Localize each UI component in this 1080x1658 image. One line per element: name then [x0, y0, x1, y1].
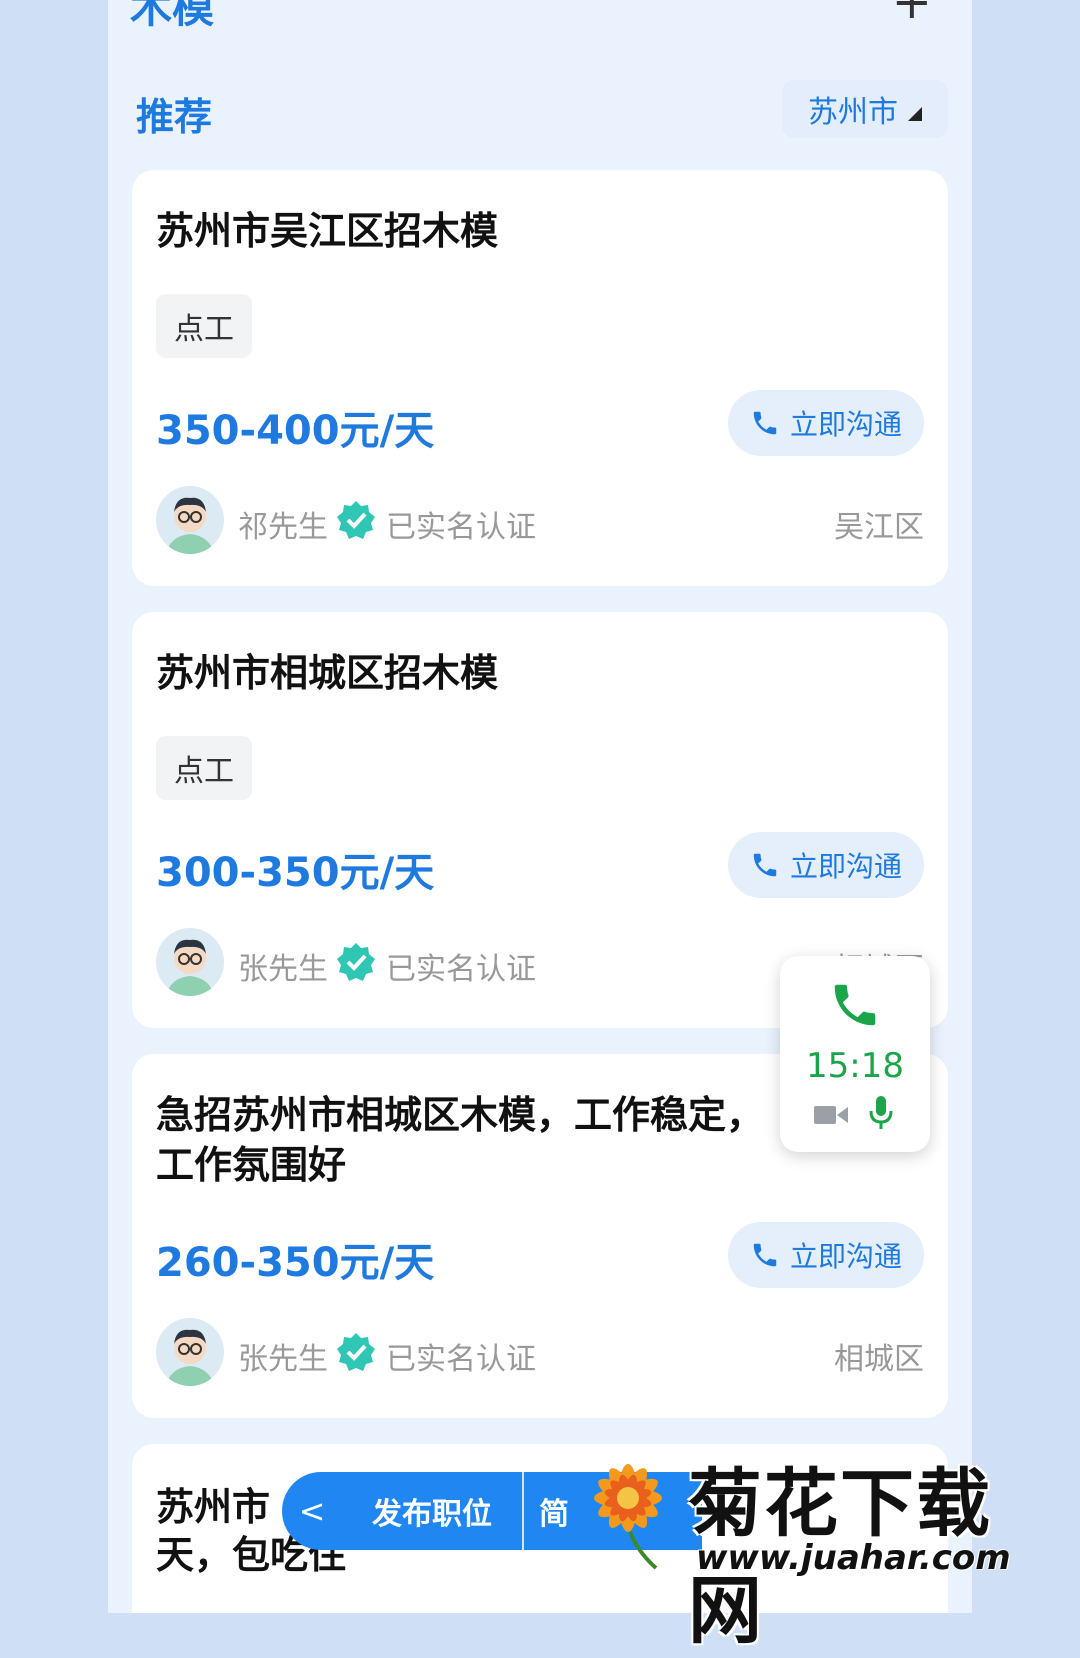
divider — [522, 1472, 524, 1550]
call-overlay[interactable]: 15:18 — [780, 956, 930, 1152]
call-timer: 15:18 — [806, 1046, 904, 1086]
job-title: 急招苏州市相城区木模，工作稳定，工作氛围好 — [156, 1093, 765, 1187]
chevron-left-icon[interactable]: < — [282, 1492, 342, 1530]
phone-screen: 木模 + 推荐 苏州市 苏州市吴江区招木模 点工 350-400元/天 立即沟通… — [108, 0, 972, 1613]
chrysanthemum-logo — [594, 1464, 662, 1570]
city-selector[interactable]: 苏州市 — [782, 80, 948, 138]
contact-button[interactable]: 立即沟通 — [728, 832, 924, 898]
phone-icon — [753, 853, 777, 877]
job-tag: 点工 — [156, 736, 252, 800]
district-label: 吴江区 — [834, 510, 924, 545]
job-salary: 350-400元/天 — [156, 408, 435, 454]
dropdown-triangle-icon — [908, 107, 922, 121]
poster-name: 张先生 — [238, 952, 328, 987]
page-title: 木模 — [130, 0, 215, 32]
verified-label: 已实名认证 — [386, 952, 536, 987]
verified-label: 已实名认证 — [386, 1342, 536, 1377]
verified-badge-icon — [337, 943, 375, 981]
verified-label: 已实名认证 — [386, 510, 536, 545]
job-salary: 300-350元/天 — [156, 850, 435, 896]
video-icon[interactable] — [814, 1104, 848, 1126]
job-title: 苏州市吴江区招木模 — [156, 209, 499, 253]
district-label: 相城区 — [834, 1342, 924, 1377]
watermark-url: www.juahar.com — [696, 1538, 1011, 1578]
phone-icon — [753, 411, 777, 435]
microphone-icon[interactable] — [868, 1096, 894, 1130]
verified-badge-icon — [337, 501, 375, 539]
poster-name: 张先生 — [238, 1342, 328, 1377]
contact-button-label: 立即沟通 — [789, 1240, 902, 1273]
avatar — [156, 1318, 224, 1386]
job-salary: 260-350元/天 — [156, 1240, 435, 1286]
avatar — [156, 928, 224, 996]
city-label: 苏州市 — [808, 95, 898, 130]
publish-job-button[interactable]: 发布职位 — [342, 1489, 522, 1533]
contact-button[interactable]: 立即沟通 — [728, 1222, 924, 1288]
watermark: 菊花下载网 www.juahar.com — [578, 1440, 1050, 1654]
job-title: 苏州市相城区招木模 — [156, 651, 499, 695]
job-card[interactable]: 苏州市吴江区招木模 点工 350-400元/天 立即沟通 祁先生 已实名认证 吴… — [132, 170, 948, 586]
job-tag: 点工 — [156, 294, 252, 358]
contact-button-label: 立即沟通 — [789, 850, 902, 883]
phone-icon[interactable] — [828, 978, 882, 1032]
contact-button-label: 立即沟通 — [789, 408, 902, 441]
secondary-button[interactable]: 简 — [524, 1489, 584, 1533]
plus-icon[interactable]: + — [892, 0, 932, 26]
contact-button[interactable]: 立即沟通 — [728, 390, 924, 456]
verified-badge-icon — [337, 1333, 375, 1371]
avatar — [156, 486, 224, 554]
phone-icon — [753, 1243, 777, 1267]
tab-recommend[interactable]: 推荐 — [136, 86, 212, 141]
poster-name: 祁先生 — [238, 510, 328, 545]
